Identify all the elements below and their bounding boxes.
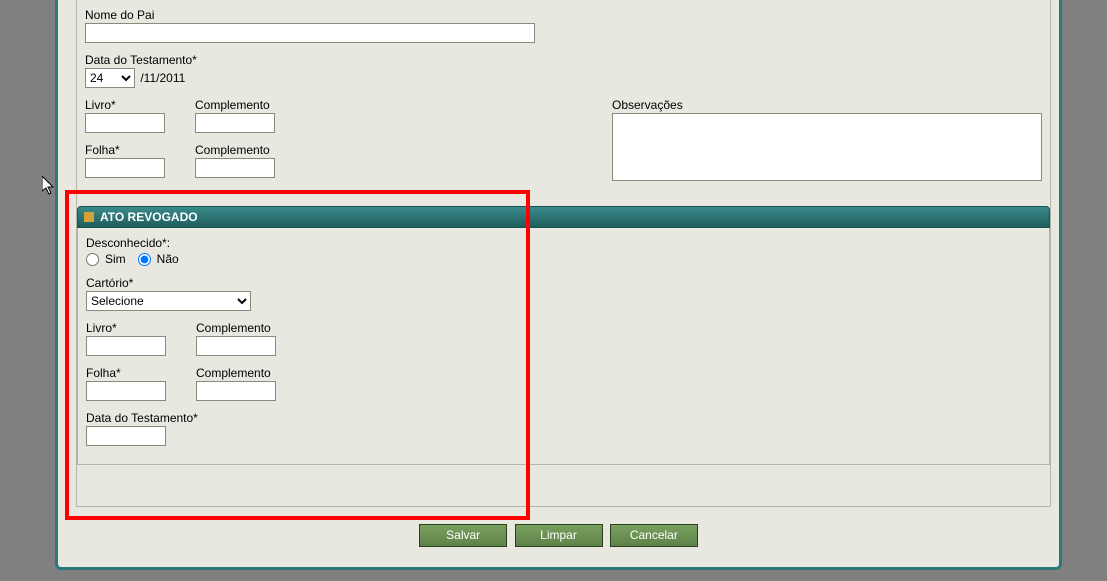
field-rev-data: Data do Testamento* — [86, 411, 1041, 446]
rev-livro-input[interactable] — [86, 336, 166, 356]
radio-nao[interactable] — [138, 253, 151, 266]
observacoes-textarea[interactable] — [612, 113, 1042, 181]
field-folha: Folha* — [85, 143, 165, 178]
label-rev-livro: Livro* — [86, 321, 166, 335]
ato-revogado-section: ATO REVOGADO Desconhecido*: Sim Não Cart… — [77, 206, 1050, 465]
field-complemento2: Complemento — [195, 143, 275, 178]
label-cartorio: Cartório* — [86, 276, 1041, 290]
header-title: ATO REVOGADO — [100, 210, 198, 224]
radio-sim[interactable] — [86, 253, 99, 266]
radio-sim-label: Sim — [105, 252, 126, 266]
label-nome-pai: Nome do Pai — [85, 8, 1042, 22]
field-rev-folha: Folha* — [86, 366, 166, 401]
label-complemento: Complemento — [195, 98, 275, 112]
label-observacoes: Observações — [612, 98, 1042, 112]
rev-folha-input[interactable] — [86, 381, 166, 401]
cartorio-select[interactable]: Selecione — [86, 291, 251, 311]
ato-revogado-header: ATO REVOGADO — [77, 206, 1050, 228]
ato-revogado-body: Desconhecido*: Sim Não Cartório* Selecio… — [77, 228, 1050, 465]
label-complemento2: Complemento — [195, 143, 275, 157]
cancelar-button[interactable]: Cancelar — [610, 524, 698, 547]
field-data-testamento: Data do Testamento* 24 /11/2011 — [85, 53, 1042, 88]
label-folha: Folha* — [85, 143, 165, 157]
salvar-button[interactable]: Salvar — [419, 524, 507, 547]
rev-complemento-input[interactable] — [196, 336, 276, 356]
field-rev-complemento2: Complemento — [196, 366, 276, 401]
header-square-icon — [84, 212, 94, 222]
complemento-input[interactable] — [195, 113, 275, 133]
field-rev-complemento: Complemento — [196, 321, 276, 356]
folha-input[interactable] — [85, 158, 165, 178]
form-panel: Nome do Pai Data do Testamento* 24 /11/2… — [55, 0, 1062, 570]
nome-pai-input[interactable] — [85, 23, 535, 43]
data-day-select[interactable]: 24 — [85, 68, 135, 88]
label-rev-data: Data do Testamento* — [86, 411, 1041, 425]
label-rev-complemento2: Complemento — [196, 366, 276, 380]
label-rev-complemento: Complemento — [196, 321, 276, 335]
label-livro: Livro* — [85, 98, 165, 112]
label-rev-folha: Folha* — [86, 366, 166, 380]
data-rest-text: /11/2011 — [140, 71, 185, 85]
livro-input[interactable] — [85, 113, 165, 133]
button-row: Salvar Limpar Cancelar — [58, 524, 1059, 547]
field-complemento: Complemento — [195, 98, 275, 133]
rev-complemento2-input[interactable] — [196, 381, 276, 401]
radio-nao-label: Não — [157, 252, 179, 266]
left-col: Livro* Complemento Folha* Complemento — [85, 98, 275, 188]
form-inner: Nome do Pai Data do Testamento* 24 /11/2… — [76, 0, 1051, 507]
field-observacoes: Observações — [612, 98, 1042, 188]
field-livro: Livro* — [85, 98, 165, 133]
field-rev-livro: Livro* — [86, 321, 166, 356]
label-data-testamento: Data do Testamento* — [85, 53, 1042, 67]
field-cartorio: Cartório* Selecione — [86, 276, 1041, 311]
limpar-button[interactable]: Limpar — [515, 524, 603, 547]
field-desconhecido: Desconhecido*: Sim Não — [86, 236, 1041, 266]
field-nome-pai: Nome do Pai — [85, 8, 1042, 43]
rev-data-input[interactable] — [86, 426, 166, 446]
label-desconhecido: Desconhecido*: — [86, 236, 1041, 250]
complemento2-input[interactable] — [195, 158, 275, 178]
